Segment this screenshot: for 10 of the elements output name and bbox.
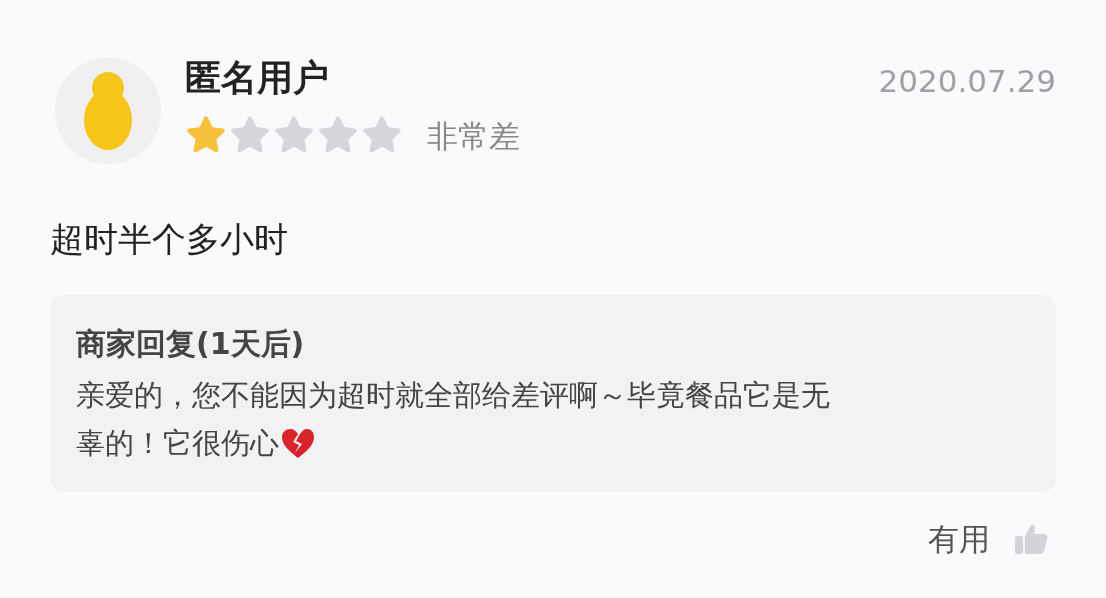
rating-label: 非常差 [427,116,520,156]
useful-label: 有用 [928,519,990,559]
thumbs-up-icon[interactable] [1014,522,1048,555]
reply-title: 商家回复(1天后) [76,325,306,363]
reply-text-line: 辜的！它很伤心 [76,424,279,462]
reply-text-line: 亲爱的，您不能因为超时就全部给差评啊～毕竟餐品它是无 [76,377,830,414]
review-text: 超时半个多小时 [50,218,289,261]
user-name: 匿名用户 [185,58,329,98]
review-date: 2020.07.29 [878,62,1056,101]
broken-heart-icon [281,427,315,460]
